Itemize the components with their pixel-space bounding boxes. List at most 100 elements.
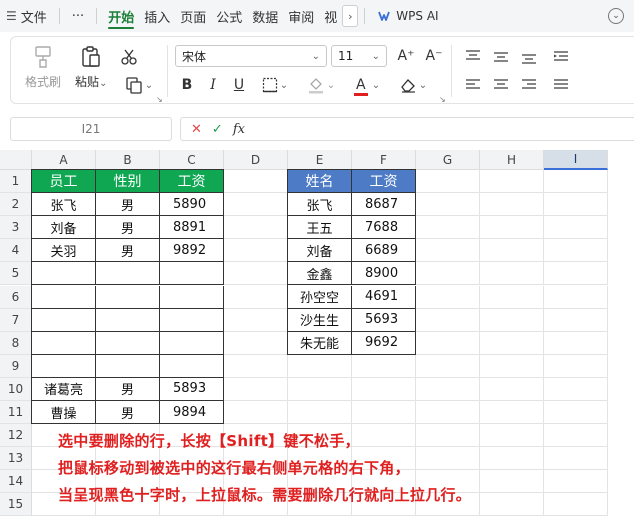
table-cell[interactable]: 5890 (160, 193, 224, 217)
cell[interactable] (416, 239, 480, 263)
table-cell[interactable]: 男 (96, 193, 160, 217)
table-cell[interactable] (96, 262, 160, 286)
cell[interactable] (544, 285, 608, 309)
tab-view[interactable]: 视 (319, 0, 342, 32)
distributed-align-button[interactable] (551, 77, 571, 93)
cell[interactable] (480, 331, 544, 355)
more-options-button[interactable]: ··· (66, 0, 90, 32)
cell[interactable] (224, 216, 288, 240)
cell[interactable] (480, 470, 544, 494)
indent-button[interactable] (551, 49, 571, 65)
fx-icon[interactable]: fx (233, 122, 245, 137)
tabs-more-chevron-icon[interactable]: › (342, 5, 359, 27)
table-cell[interactable] (160, 262, 224, 286)
cell[interactable] (416, 401, 480, 425)
cell[interactable] (224, 285, 288, 309)
cell[interactable] (480, 377, 544, 401)
cell[interactable] (544, 447, 608, 471)
table-cell[interactable] (160, 331, 224, 355)
cell[interactable] (544, 216, 608, 240)
table-cell[interactable] (160, 308, 224, 332)
table-cell[interactable] (96, 354, 160, 378)
table-cell[interactable]: 8687 (352, 193, 416, 217)
row-header-11[interactable]: 11 (0, 401, 32, 425)
table-cell[interactable]: 5693 (352, 308, 416, 332)
table-cell[interactable]: 孙空空 (288, 285, 352, 309)
formula-bar[interactable]: ✕ ✓ fx (180, 117, 634, 141)
table-cell[interactable] (32, 331, 96, 355)
table-cell[interactable]: 8900 (352, 262, 416, 286)
cell[interactable] (224, 170, 288, 194)
table-cell[interactable]: 沙生生 (288, 308, 352, 332)
tab-home[interactable]: 开始 (103, 0, 139, 32)
column-header-g[interactable]: G (416, 150, 480, 170)
cell[interactable] (416, 308, 480, 332)
table-cell[interactable] (96, 308, 160, 332)
cell[interactable] (544, 239, 608, 263)
table-cell[interactable]: 刘备 (32, 216, 96, 240)
row-header-8[interactable]: 8 (0, 331, 32, 355)
select-all-corner[interactable] (0, 150, 32, 170)
borders-button[interactable]: ⌄ (257, 75, 293, 95)
row-header-1[interactable]: 1 (0, 170, 32, 194)
row-header-4[interactable]: 4 (0, 239, 32, 263)
table-cell[interactable] (160, 354, 224, 378)
table-cell[interactable]: 男 (96, 377, 160, 401)
cell[interactable] (544, 493, 608, 516)
tab-data[interactable]: 数据 (247, 0, 283, 32)
align-middle-button[interactable] (491, 49, 511, 65)
cell[interactable] (480, 193, 544, 217)
cell[interactable] (416, 170, 480, 194)
table-cell[interactable]: 男 (96, 401, 160, 425)
cell[interactable] (544, 470, 608, 494)
cell[interactable] (416, 377, 480, 401)
font-launcher-icon[interactable]: ↘ (439, 95, 446, 104)
cell[interactable] (480, 424, 544, 448)
column-header-f[interactable]: F (352, 150, 416, 170)
table-cell[interactable]: 9894 (160, 401, 224, 425)
row-header-12[interactable]: 12 (0, 424, 32, 448)
table-cell[interactable]: 6689 (352, 239, 416, 263)
increase-font-button[interactable]: A⁺ (395, 46, 417, 66)
clipboard-launcher-icon[interactable]: ↘ (156, 95, 163, 104)
cell[interactable] (416, 262, 480, 286)
column-header-a[interactable]: A (32, 150, 96, 170)
cell[interactable] (224, 193, 288, 217)
row-header-10[interactable]: 10 (0, 377, 32, 401)
cell[interactable] (352, 424, 416, 448)
cell[interactable] (544, 308, 608, 332)
cell[interactable] (416, 216, 480, 240)
row-header-9[interactable]: 9 (0, 354, 32, 378)
name-box[interactable]: I21 (10, 117, 172, 141)
wps-ai-button[interactable]: WPS AI (371, 9, 444, 23)
row-header-6[interactable]: 6 (0, 285, 32, 309)
table-cell[interactable]: 男 (96, 216, 160, 240)
row-header-13[interactable]: 13 (0, 447, 32, 471)
cell[interactable] (288, 354, 352, 378)
table-header-cell[interactable]: 工资 (160, 170, 224, 194)
cell[interactable] (416, 193, 480, 217)
align-center-button[interactable] (491, 77, 511, 93)
bold-button[interactable]: B (177, 75, 197, 95)
table-header-cell[interactable]: 性别 (96, 170, 160, 194)
table-cell[interactable]: 张飞 (288, 193, 352, 217)
table-cell[interactable] (32, 262, 96, 286)
cell[interactable] (480, 447, 544, 471)
table-header-cell[interactable]: 员工 (32, 170, 96, 194)
table-cell[interactable]: 曹操 (32, 401, 96, 425)
table-cell[interactable] (32, 354, 96, 378)
tab-page[interactable]: 页面 (175, 0, 211, 32)
row-header-7[interactable]: 7 (0, 308, 32, 332)
tab-formula[interactable]: 公式 (211, 0, 247, 32)
table-cell[interactable] (96, 331, 160, 355)
align-top-button[interactable] (463, 49, 483, 65)
font-size-select[interactable]: 11 ⌄ (331, 45, 387, 67)
table-header-cell[interactable]: 工资 (352, 170, 416, 194)
cell[interactable] (352, 377, 416, 401)
table-cell[interactable] (96, 285, 160, 309)
clear-format-button[interactable]: ⌄ (395, 75, 431, 95)
cell[interactable] (480, 285, 544, 309)
cell[interactable] (480, 239, 544, 263)
column-header-h[interactable]: H (480, 150, 544, 170)
cell[interactable] (416, 285, 480, 309)
